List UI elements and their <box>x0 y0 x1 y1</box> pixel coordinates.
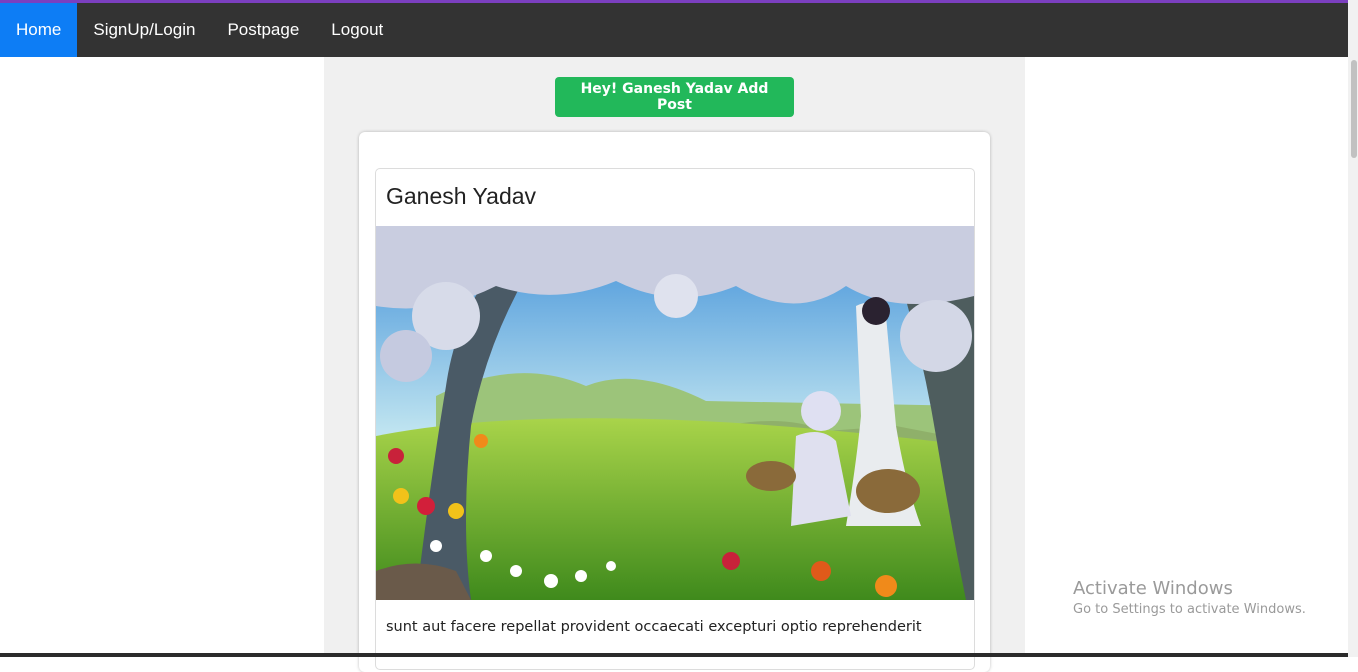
post-card: Ganesh Yadav sunt aut facere repellat pr… <box>375 168 975 670</box>
post-author-name: Ganesh Yadav <box>386 183 537 209</box>
watermark-title: Activate Windows <box>1073 578 1233 599</box>
scrollbar-thumb[interactable] <box>1351 60 1357 158</box>
windows-activation-watermark: Activate Windows Go to Settings to activ… <box>1073 578 1306 617</box>
bottom-edge <box>0 653 1348 657</box>
nav-home-link[interactable]: Home <box>0 3 78 57</box>
watermark-subtitle: Go to Settings to activate Windows. <box>1073 602 1306 617</box>
nav-signup-login-link[interactable]: SignUp/Login <box>77 3 211 57</box>
nav-logout-link[interactable]: Logout <box>315 3 399 57</box>
add-post-button[interactable]: Hey! Ganesh Yadav Add Post <box>555 77 794 117</box>
nav-postpage-link[interactable]: Postpage <box>211 3 315 57</box>
top-navbar: Home SignUp/Login Postpage Logout <box>0 3 1348 57</box>
post-body-text: sunt aut facere repellat provident occae… <box>386 619 922 635</box>
post-image <box>376 226 974 600</box>
